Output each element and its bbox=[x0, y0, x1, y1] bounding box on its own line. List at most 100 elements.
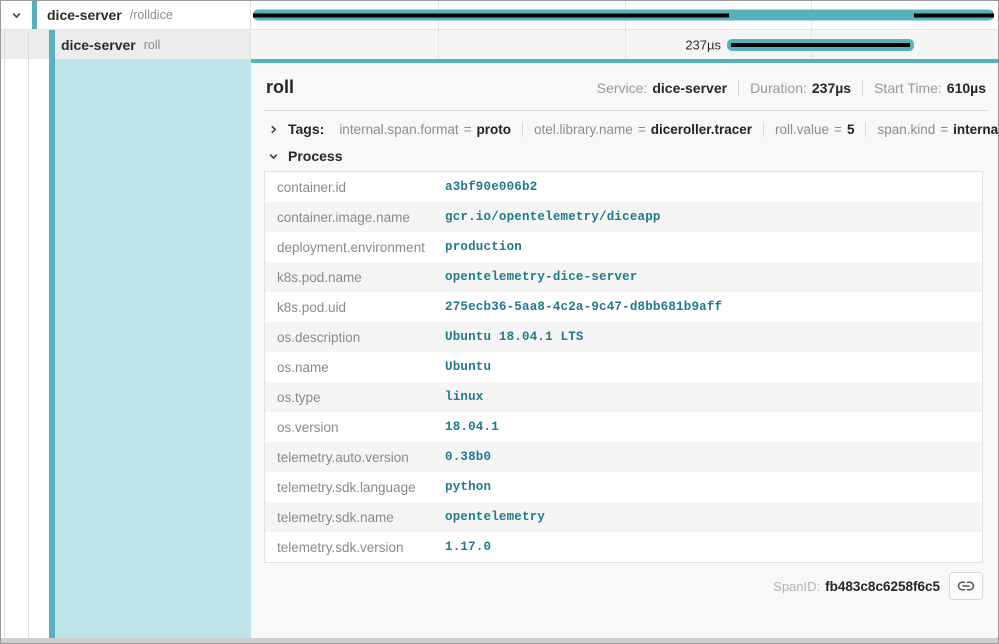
row-value: opentelemetry-dice-server bbox=[445, 270, 638, 284]
indent-guide bbox=[28, 30, 29, 59]
tag-value: internal bbox=[953, 122, 998, 137]
process-label: Process bbox=[288, 148, 342, 164]
duration-label: 237µs bbox=[581, 37, 721, 52]
row-key: telemetry.sdk.name bbox=[277, 510, 445, 525]
row-key: telemetry.sdk.language bbox=[277, 480, 445, 495]
span-detail-area: roll Service: dice-server Duration: 237µ… bbox=[1, 59, 998, 638]
table-row: os.version 18.04.1 bbox=[265, 412, 982, 442]
span-bar-rolldice[interactable] bbox=[253, 10, 994, 21]
table-row: telemetry.sdk.name opentelemetry bbox=[265, 502, 982, 532]
start-time-stat-value: 610µs bbox=[947, 80, 986, 96]
trace-detail-view: dice-server /rolldice dice-server roll 2… bbox=[0, 0, 999, 644]
duration-stat-value: 237µs bbox=[812, 80, 851, 96]
table-row: deployment.environment production bbox=[265, 232, 982, 262]
tag-item: internal.span.format = proto bbox=[328, 122, 522, 137]
span-row-rolldice[interactable]: dice-server /rolldice bbox=[1, 1, 998, 30]
detail-header: roll Service: dice-server Duration: 237µ… bbox=[264, 71, 988, 111]
tag-key: roll.value bbox=[775, 122, 829, 137]
row-key: container.id bbox=[277, 180, 445, 195]
tag-key: otel.library.name bbox=[534, 122, 633, 137]
span-row-roll[interactable]: dice-server roll 237µs bbox=[1, 30, 998, 59]
row-value: Ubuntu 18.04.1 LTS bbox=[445, 330, 584, 344]
table-row: os.description Ubuntu 18.04.1 LTS bbox=[265, 322, 982, 352]
operation-name: /rolldice bbox=[130, 8, 173, 22]
row-value: opentelemetry bbox=[445, 510, 545, 524]
critical-path-segment bbox=[253, 13, 729, 17]
span-name-cell[interactable]: dice-server /rolldice bbox=[1, 1, 251, 29]
span-bar-roll[interactable] bbox=[727, 39, 914, 51]
link-icon bbox=[957, 577, 975, 595]
tag-value: diceroller.tracer bbox=[651, 122, 752, 137]
row-key: telemetry.sdk.version bbox=[277, 540, 445, 555]
spanid-label: SpanID: bbox=[773, 579, 820, 594]
table-row: telemetry.sdk.version 1.17.0 bbox=[265, 532, 982, 562]
timeline-track bbox=[251, 1, 998, 29]
tag-key: internal.span.format bbox=[339, 122, 458, 137]
row-key: deployment.environment bbox=[277, 240, 445, 255]
row-value: production bbox=[445, 240, 522, 254]
chevron-right-icon[interactable] bbox=[266, 124, 281, 135]
indent-guide bbox=[4, 59, 5, 638]
row-key: container.image.name bbox=[277, 210, 445, 225]
bottom-scroll-strip bbox=[1, 638, 998, 643]
row-value: a3bf90e006b2 bbox=[445, 180, 537, 194]
spanid-value: fb483c8c6258f6c5 bbox=[825, 579, 940, 594]
row-key: k8s.pod.uid bbox=[277, 300, 445, 315]
row-value: 0.38b0 bbox=[445, 450, 491, 464]
indent-guide bbox=[4, 30, 5, 59]
indent-guide bbox=[28, 59, 29, 638]
service-name: dice-server bbox=[61, 37, 136, 53]
copy-link-button[interactable] bbox=[949, 572, 983, 600]
timeline-track: 237µs bbox=[251, 30, 998, 59]
span-title: roll bbox=[266, 77, 294, 98]
span-color-bar bbox=[49, 30, 55, 59]
critical-path-segment bbox=[731, 43, 910, 47]
row-value: 1.17.0 bbox=[445, 540, 491, 554]
process-table: container.id a3bf90e006b2 container.imag… bbox=[264, 171, 983, 563]
tags-section-toggle[interactable]: Tags: internal.span.format = proto otel.li… bbox=[264, 121, 988, 137]
span-stats: Service: dice-server Duration: 237µs Sta… bbox=[597, 80, 986, 96]
tag-item: span.kind=internal bbox=[865, 122, 998, 137]
start-time-stat-label: Start Time: bbox=[874, 80, 942, 96]
row-value: gcr.io/opentelemetry/diceapp bbox=[445, 210, 661, 224]
row-key: os.name bbox=[277, 360, 445, 375]
tags-label: Tags: bbox=[288, 121, 324, 137]
tag-equals: = bbox=[834, 122, 842, 137]
row-key: os.description bbox=[277, 330, 445, 345]
duration-stat-label: Duration: bbox=[750, 80, 807, 96]
tag-equals: = bbox=[638, 122, 646, 137]
tag-value: proto bbox=[477, 122, 512, 137]
span-name-cell[interactable]: dice-server roll bbox=[1, 30, 251, 59]
row-value: 275ecb36-5aa8-4c2a-9c47-d8bb681b9aff bbox=[445, 300, 722, 314]
table-row: telemetry.auto.version 0.38b0 bbox=[265, 442, 982, 472]
table-row: telemetry.sdk.language python bbox=[265, 472, 982, 502]
table-row: k8s.pod.uid 275ecb36-5aa8-4c2a-9c47-d8bb… bbox=[265, 292, 982, 322]
service-stat-value: dice-server bbox=[652, 80, 727, 96]
tag-value: 5 bbox=[847, 122, 855, 137]
row-key: os.version bbox=[277, 420, 445, 435]
service-name: dice-server bbox=[47, 7, 122, 23]
stat-divider bbox=[738, 80, 739, 96]
table-row: container.image.name gcr.io/opentelemetr… bbox=[265, 202, 982, 232]
tag-equals: = bbox=[940, 122, 948, 137]
collapse-chevron-down-icon[interactable] bbox=[9, 10, 24, 21]
row-key: os.type bbox=[277, 390, 445, 405]
detail-footer: SpanID: fb483c8c6258f6c5 bbox=[264, 563, 988, 600]
table-row: k8s.pod.name opentelemetry-dice-server bbox=[265, 262, 982, 292]
selected-span-gutter bbox=[1, 59, 251, 638]
row-value: python bbox=[445, 480, 491, 494]
service-stat-label: Service: bbox=[597, 80, 648, 96]
row-value: Ubuntu bbox=[445, 360, 491, 374]
table-row: os.name Ubuntu bbox=[265, 352, 982, 382]
table-row: os.type linux bbox=[265, 382, 982, 412]
row-value: 18.04.1 bbox=[445, 420, 499, 434]
tag-equals: = bbox=[464, 122, 472, 137]
chevron-down-icon[interactable] bbox=[266, 151, 281, 162]
row-key: telemetry.auto.version bbox=[277, 450, 445, 465]
process-section-toggle[interactable]: Process bbox=[266, 148, 988, 164]
timeline-gridline bbox=[438, 30, 439, 59]
selected-span-highlight bbox=[55, 59, 251, 638]
table-row: container.id a3bf90e006b2 bbox=[265, 172, 982, 202]
tag-summary: internal.span.format = proto otel.library.… bbox=[328, 122, 998, 137]
stat-divider bbox=[862, 80, 863, 96]
